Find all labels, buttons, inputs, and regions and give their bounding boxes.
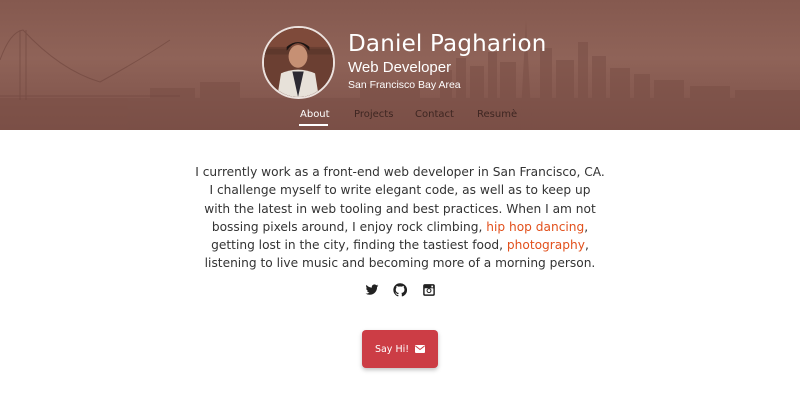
nav-item-resume[interactable]: Resumè bbox=[477, 109, 517, 120]
nav-item-about[interactable]: About bbox=[300, 109, 330, 120]
photography-link[interactable]: photography bbox=[507, 238, 585, 252]
instagram-link[interactable] bbox=[422, 283, 436, 297]
profile-photo-icon bbox=[264, 28, 333, 97]
main-nav: About Projects Contact Resumè bbox=[0, 109, 800, 130]
person-name: Daniel Pagharion bbox=[348, 31, 547, 57]
twitter-link[interactable] bbox=[365, 283, 379, 297]
social-links bbox=[0, 283, 800, 299]
envelope-icon bbox=[415, 345, 426, 353]
about-bio: I currently work as a front-end web deve… bbox=[195, 163, 605, 273]
twitter-icon bbox=[365, 284, 379, 295]
hero-header: Daniel Pagharion Web Developer San Franc… bbox=[0, 0, 800, 130]
github-link[interactable] bbox=[393, 283, 407, 297]
instagram-icon bbox=[423, 284, 435, 296]
nav-item-projects[interactable]: Projects bbox=[354, 109, 393, 120]
github-icon bbox=[393, 283, 407, 297]
profile-avatar bbox=[262, 26, 335, 99]
hip-hop-dancing-link[interactable]: hip hop dancing bbox=[486, 220, 584, 234]
say-hi-button[interactable]: Say Hi! bbox=[362, 330, 438, 368]
active-nav-indicator bbox=[299, 124, 328, 126]
location-text: San Francisco Bay Area bbox=[348, 79, 461, 91]
say-hi-label: Say Hi! bbox=[374, 343, 410, 355]
job-title: Web Developer bbox=[348, 59, 452, 76]
nav-item-contact[interactable]: Contact bbox=[415, 109, 454, 120]
